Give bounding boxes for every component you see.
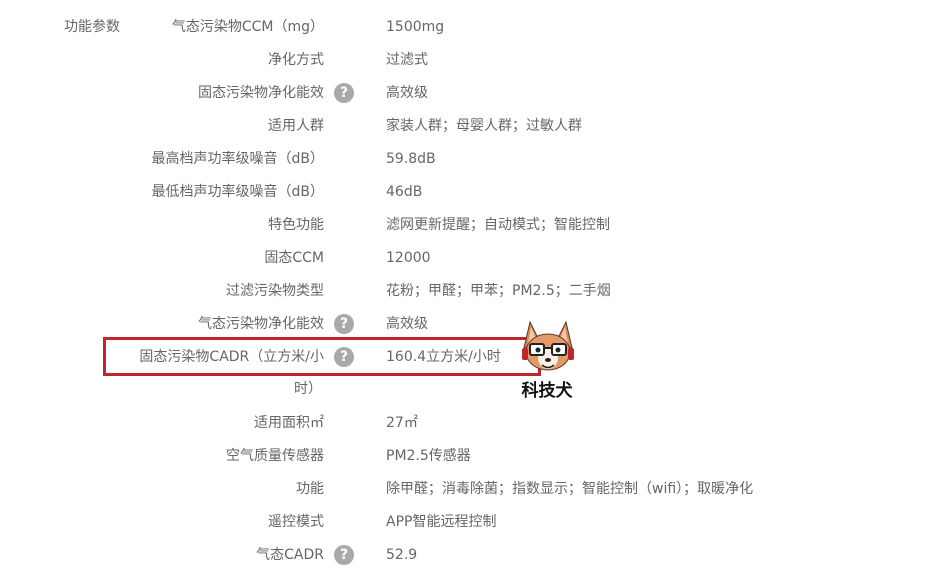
spec-value: APP智能远程控制 <box>386 514 497 530</box>
spec-value: 高效级 <box>386 85 428 101</box>
spec-row-pollutant-types: 过滤污染物类型 花粉；甲醛；甲苯；PM2.5；二手烟 <box>0 280 945 302</box>
spec-label: 净化方式 <box>268 52 324 68</box>
svg-text:科技犬: 科技犬 <box>522 380 574 401</box>
spec-label: 气态污染物净化能效 <box>198 316 324 332</box>
spec-table: 功能参数 气态污染物CCM（mg） 1500mg 净化方式 过滤式 固态污染物净… <box>0 0 945 580</box>
spec-label: 最高档声功率级噪音（dB） <box>151 151 325 167</box>
spec-value: 1500mg <box>386 19 445 35</box>
spec-value: 高效级 <box>386 316 428 332</box>
spec-label: 固态CCM <box>264 250 324 266</box>
spec-label: 空气质量传感器 <box>226 448 324 464</box>
dog-mascot-watermark: 科技犬 <box>522 320 574 401</box>
spec-value: 12000 <box>386 250 431 266</box>
spec-value: 过滤式 <box>386 52 428 68</box>
spec-row-special-features: 特色功能 滤网更新提醒；自动模式；智能控制 <box>0 214 945 236</box>
spec-row-max-noise: 最高档声功率级噪音（dB） 59.8dB <box>0 148 945 170</box>
spec-label: 适用人群 <box>268 118 324 134</box>
help-icon[interactable]: ? <box>334 314 354 334</box>
help-icon[interactable]: ? <box>334 545 354 565</box>
spec-row-remote-mode: 遥控模式 APP智能远程控制 <box>0 511 945 533</box>
spec-label: 特色功能 <box>268 217 324 233</box>
spec-value: 59.8dB <box>386 151 436 167</box>
spec-row-purification-method: 净化方式 过滤式 <box>0 49 945 71</box>
spec-row-target-users: 适用人群 家装人群；母婴人群；过敏人群 <box>0 115 945 137</box>
spec-value: 花粉；甲醛；甲苯；PM2.5；二手烟 <box>386 283 611 299</box>
spec-row-area: 适用面积㎡ 27㎡ <box>0 412 945 434</box>
spec-row-solid-efficiency: 固态污染物净化能效 ? 高效级 <box>0 82 945 104</box>
spec-label-wrap: 时） <box>294 381 322 397</box>
spec-value: 滤网更新提醒；自动模式；智能控制 <box>386 217 610 233</box>
spec-value: PM2.5传感器 <box>386 448 471 464</box>
spec-label: 气态CADR <box>256 547 324 563</box>
spec-value: 除甲醛；消毒除菌；指数显示；智能控制（wifi）；取暖净化 <box>386 481 754 497</box>
help-icon[interactable]: ? <box>334 83 354 103</box>
highlight-box <box>103 337 541 376</box>
spec-label: 功能 <box>296 481 324 497</box>
spec-label: 最低档声功率级噪音（dB） <box>151 184 325 200</box>
spec-row-air-sensor: 空气质量传感器 PM2.5传感器 <box>0 445 945 467</box>
spec-row-gaseous-efficiency: 气态污染物净化能效 ? 高效级 <box>0 313 945 335</box>
spec-label: 过滤污染物类型 <box>226 283 324 299</box>
spec-row-gaseous-cadr: 气态CADR ? 52.9 <box>0 544 945 566</box>
spec-label: 遥控模式 <box>268 514 324 530</box>
spec-value: 27㎡ <box>386 415 418 431</box>
spec-row-solid-ccm: 固态CCM 12000 <box>0 247 945 269</box>
spec-label: 适用面积㎡ <box>254 415 324 431</box>
spec-value: 52.9 <box>386 547 418 563</box>
spec-row-min-noise: 最低档声功率级噪音（dB） 46dB <box>0 181 945 203</box>
spec-label: 气态污染物CCM（mg） <box>171 19 324 35</box>
spec-value: 家装人群；母婴人群；过敏人群 <box>386 118 582 134</box>
spec-row-gaseous-ccm: 气态污染物CCM（mg） 1500mg <box>0 16 945 38</box>
spec-label: 固态污染物净化能效 <box>198 85 324 101</box>
spec-row-functions: 功能 除甲醛；消毒除菌；指数显示；智能控制（wifi）；取暖净化 <box>0 478 945 500</box>
spec-value: 46dB <box>386 184 423 200</box>
